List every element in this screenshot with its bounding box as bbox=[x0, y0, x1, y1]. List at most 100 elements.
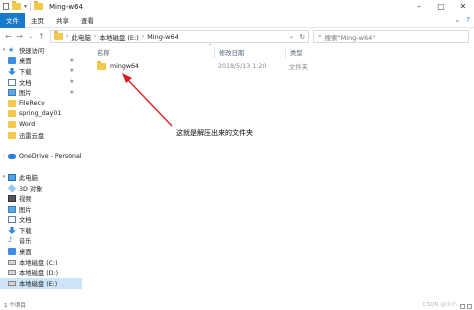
column-date-label: 修改日期 bbox=[219, 50, 245, 57]
tab-home[interactable]: 主页 bbox=[25, 13, 50, 28]
large-icons-view-icon[interactable] bbox=[467, 304, 472, 309]
search-box[interactable]: ⌕ 搜索"Ming-w64" bbox=[313, 30, 469, 43]
sidebar-item-filerecv[interactable]: FileRecv bbox=[0, 98, 82, 109]
file-type: 文件夹 bbox=[289, 64, 308, 71]
sidebar-item-documents[interactable]: 文档 ✱ bbox=[0, 77, 82, 88]
sidebar-item-label: 下载 bbox=[19, 227, 32, 235]
chevron-right-icon: › bbox=[66, 33, 69, 40]
sidebar-item-drive-c[interactable]: 本地磁盘 (C:) bbox=[0, 257, 82, 268]
customize-toolbar-icon[interactable]: ▾ bbox=[24, 3, 27, 10]
tab-file[interactable]: 文件 bbox=[0, 12, 25, 28]
chevron-down-icon[interactable]: ▾ bbox=[0, 174, 8, 180]
sidebar-item-pc-documents[interactable]: 文档 bbox=[0, 215, 82, 226]
file-name: mingw64 bbox=[110, 63, 140, 70]
help-icon[interactable]: ? bbox=[466, 16, 470, 24]
column-type[interactable]: 类型 bbox=[285, 47, 345, 58]
forward-button[interactable]: → bbox=[14, 32, 25, 41]
address-folder-icon bbox=[54, 31, 63, 40]
window-controls: – ▢ ✕ bbox=[408, 0, 474, 13]
back-button[interactable]: ← bbox=[3, 32, 14, 41]
pin-icon: ✱ bbox=[69, 89, 74, 96]
picture-icon bbox=[8, 205, 16, 213]
picture-icon bbox=[8, 89, 16, 97]
sidebar-item-drive-d[interactable]: 本地磁盘 (D:) bbox=[0, 267, 82, 278]
sidebar-item-music[interactable]: ♪ 音乐 bbox=[0, 236, 82, 247]
pin-icon: ✱ bbox=[69, 68, 74, 75]
sidebar-item-downloads[interactable]: 下载 ✱ bbox=[0, 66, 82, 77]
column-name[interactable]: 名称 bbox=[97, 47, 215, 58]
sidebar-item-drive-e[interactable]: 本地磁盘 (E:) bbox=[0, 278, 82, 289]
sidebar-item-quick-access[interactable]: ▾ ★ 快速访问 bbox=[0, 45, 82, 56]
sidebar-item-pictures[interactable]: 图片 ✱ bbox=[0, 87, 82, 98]
sidebar-item-spring-day01[interactable]: spring_day01 bbox=[0, 109, 82, 120]
status-bar: 1 个项目 CSDN @小小... bbox=[0, 300, 474, 310]
sidebar-item-xunlei-cloud[interactable]: 迅雷云盘 bbox=[0, 130, 82, 141]
breadcrumb-drive-e[interactable]: 本地磁盘 (E:) bbox=[99, 32, 138, 42]
sidebar-item-label: 桌面 bbox=[19, 249, 32, 257]
maximize-button[interactable]: ▢ bbox=[430, 0, 452, 13]
view-switcher bbox=[460, 304, 472, 309]
sidebar-item-label: 音乐 bbox=[19, 238, 32, 246]
sidebar-item-label: 图片 bbox=[19, 90, 32, 98]
sidebar-item-label: 桌面 bbox=[19, 58, 32, 66]
address-row: ← → ⌄ ↑ › 此电脑 › 本地磁盘 (E:) › Ming-w64 ⌄ ↻… bbox=[0, 28, 474, 45]
window-folder-icon bbox=[34, 1, 44, 10]
toolbar-divider bbox=[30, 2, 32, 11]
up-button[interactable]: ↑ bbox=[36, 32, 47, 41]
properties-icon[interactable] bbox=[3, 3, 9, 10]
folder-icon bbox=[8, 99, 16, 107]
file-date: 2018/5/13 1:20 bbox=[218, 63, 267, 70]
search-placeholder: 搜索"Ming-w64" bbox=[324, 33, 376, 42]
chevron-right-icon: › bbox=[141, 33, 145, 40]
file-name-cell: mingw64 bbox=[97, 61, 140, 70]
close-button[interactable]: ✕ bbox=[452, 0, 474, 13]
chevron-down-icon[interactable]: ▾ bbox=[0, 47, 8, 53]
file-row-mingw64[interactable]: mingw64 2018/5/13 1:20 文件夹 bbox=[90, 60, 474, 73]
arrow-head bbox=[122, 73, 132, 83]
sidebar-item-pc-downloads[interactable]: 下载 bbox=[0, 225, 82, 236]
sidebar-item-pc-pictures[interactable]: 图片 bbox=[0, 204, 82, 215]
breadcrumb-this-pc[interactable]: 此电脑 bbox=[71, 32, 91, 42]
details-view-icon[interactable] bbox=[460, 304, 465, 309]
pin-icon: ✱ bbox=[69, 79, 74, 86]
sidebar-item-label: 本地磁盘 (C:) bbox=[19, 259, 58, 267]
ribbon-tabs: 文件 主页 共享 查看 ⌄ ? bbox=[0, 12, 474, 28]
ribbon-right-controls: ⌄ ? bbox=[454, 16, 470, 24]
chevron-right-icon[interactable]: › bbox=[0, 153, 8, 159]
sidebar-item-label: 3D 对象 bbox=[19, 185, 43, 193]
star-icon: ★ bbox=[8, 45, 15, 54]
sidebar-item-label: 图片 bbox=[19, 206, 32, 214]
refresh-icon[interactable]: ↻ bbox=[300, 33, 305, 41]
recent-locations-button[interactable]: ⌄ bbox=[25, 33, 36, 40]
download-icon bbox=[8, 226, 16, 234]
sidebar-item-label: 文档 bbox=[19, 217, 32, 225]
sidebar-item-desktop[interactable]: 桌面 ✱ bbox=[0, 56, 82, 67]
download-icon bbox=[8, 67, 16, 75]
sidebar-item-word[interactable]: Word bbox=[0, 119, 82, 130]
sidebar-item-3d-objects[interactable]: 3D 对象 bbox=[0, 183, 82, 194]
sidebar-item-label: 视频 bbox=[19, 196, 32, 204]
column-type-label: 类型 bbox=[290, 50, 303, 57]
sidebar-item-onedrive[interactable]: › OneDrive - Personal bbox=[0, 151, 82, 162]
sidebar-item-pc-desktop[interactable]: 桌面 bbox=[0, 246, 82, 257]
window-title: Ming-w64 bbox=[49, 2, 84, 11]
quick-access-toolbar: ▾ bbox=[0, 1, 44, 11]
minimize-button[interactable]: – bbox=[408, 0, 430, 13]
tab-share[interactable]: 共享 bbox=[50, 13, 75, 28]
column-date[interactable]: 修改日期 bbox=[214, 47, 286, 58]
music-icon: ♪ bbox=[8, 236, 13, 245]
address-dropdown-icon[interactable]: ⌄ bbox=[289, 33, 294, 40]
expand-ribbon-icon[interactable]: ⌄ bbox=[454, 16, 460, 24]
folder-icon bbox=[97, 61, 106, 70]
drive-icon bbox=[8, 259, 16, 265]
tab-view[interactable]: 查看 bbox=[75, 13, 100, 28]
sidebar-item-videos[interactable]: 视频 bbox=[0, 193, 82, 204]
sidebar-item-label: 文档 bbox=[19, 79, 32, 87]
arrow-shaft bbox=[126, 78, 173, 127]
breadcrumb-ming-w64[interactable]: Ming-w64 bbox=[147, 33, 179, 41]
address-bar[interactable]: › 此电脑 › 本地磁盘 (E:) › Ming-w64 ⌄ ↻ bbox=[50, 30, 309, 43]
sidebar-item-this-pc[interactable]: ▾ 此电脑 bbox=[0, 172, 82, 183]
new-folder-icon[interactable] bbox=[12, 1, 21, 10]
